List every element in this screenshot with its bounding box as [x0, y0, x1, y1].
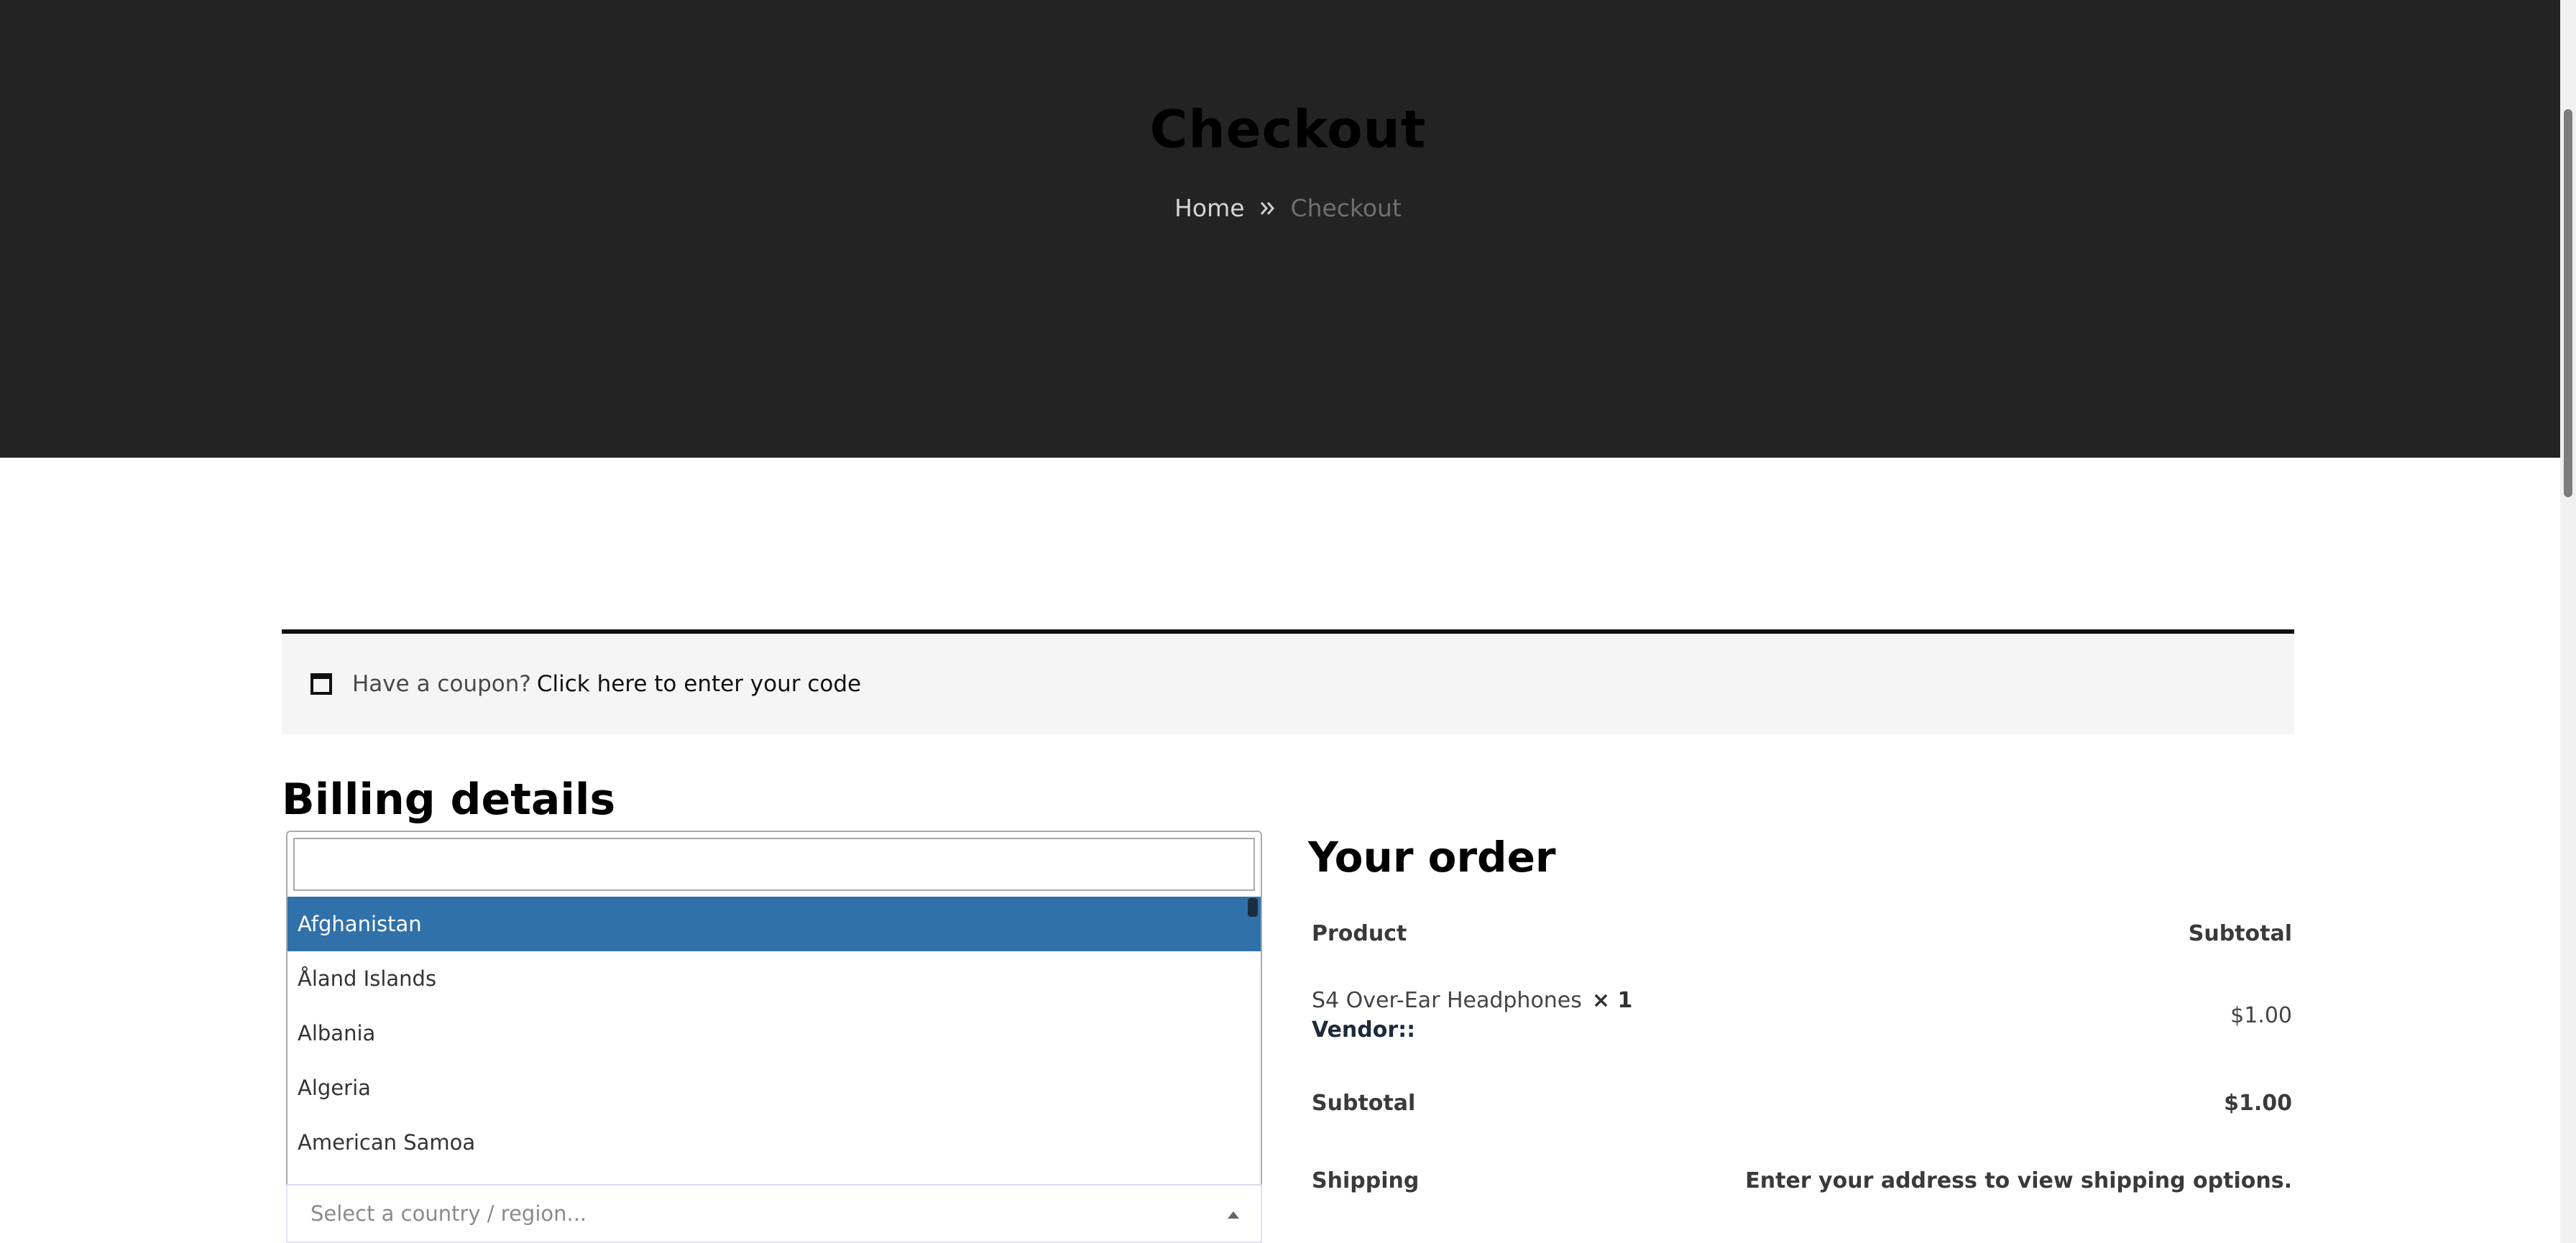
country-option[interactable]: Åland Islands [288, 951, 1261, 1006]
billing-details-heading: Billing details [282, 775, 616, 825]
breadcrumb-current: Checkout [1290, 194, 1402, 222]
subtotal-row: Subtotal $1.00 [1312, 1079, 2292, 1127]
product-name: S4 Over-Ear Headphones [1312, 988, 1582, 1013]
country-option[interactable]: Afghanistan [288, 897, 1261, 951]
page-scrollbar[interactable] [2560, 0, 2576, 1243]
window-icon [310, 673, 332, 695]
subtotal-label: Subtotal [1312, 1090, 1416, 1116]
chevrons-right-icon [1258, 198, 1278, 218]
shipping-label: Shipping [1312, 1168, 1420, 1193]
country-option[interactable]: American Samoa [288, 1115, 1261, 1170]
order-item-details: S4 Over-Ear Headphones × 1 Vendor:: [1312, 988, 1632, 1043]
coupon-notice: Have a coupon? Click here to enter your … [282, 629, 2294, 734]
vendor-label: Vendor:: [1312, 1017, 1416, 1043]
country-search-input[interactable] [293, 838, 1255, 891]
breadcrumb: Home Checkout [0, 191, 2576, 226]
product-column-header: Product [1312, 920, 1407, 946]
coupon-link[interactable]: Click here to enter your code [537, 671, 861, 697]
page-title: Checkout [1149, 99, 1427, 160]
item-price: $1.00 [2230, 1002, 2292, 1028]
scrollbar-thumb[interactable] [2564, 109, 2572, 497]
subtotal-value: $1.00 [2224, 1090, 2292, 1116]
country-select[interactable]: Select a country / region... [286, 1184, 1262, 1243]
breadcrumb-home-link[interactable]: Home [1174, 191, 1244, 226]
shipping-note: Enter your address to view shipping opti… [1745, 1168, 2292, 1193]
country-dropdown: Afghanistan Åland Islands Albania Algeri… [286, 831, 1262, 1186]
subtotal-column-header: Subtotal [2188, 920, 2292, 946]
country-option[interactable]: Albania [288, 1006, 1261, 1061]
coupon-text: Have a coupon? [352, 671, 531, 697]
shipping-row: Shipping Enter your address to view ship… [1312, 1157, 2292, 1204]
country-select-placeholder: Select a country / region... [310, 1201, 587, 1226]
your-order-heading: Your order [1308, 833, 1556, 882]
order-header-row: Product Subtotal [1312, 910, 2292, 957]
dropdown-scrollbar[interactable] [1248, 898, 1258, 917]
page-hero: Checkout Home Checkout [0, 0, 2576, 458]
caret-up-icon [1228, 1211, 1239, 1219]
order-item-row: S4 Over-Ear Headphones × 1 Vendor:: $1.00 [1312, 981, 2292, 1049]
country-option[interactable]: Algeria [288, 1061, 1261, 1115]
product-quantity: × 1 [1591, 988, 1633, 1013]
